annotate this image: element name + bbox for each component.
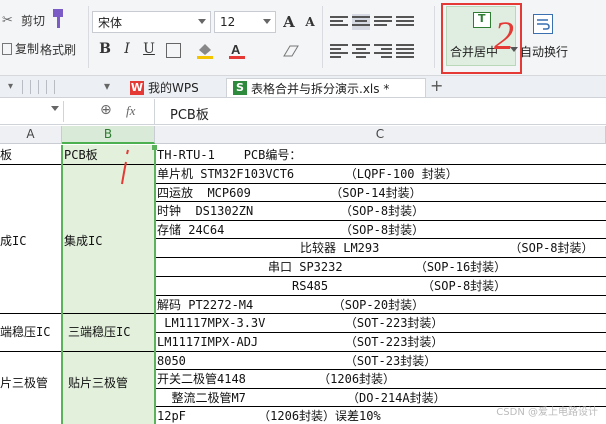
- function-button[interactable]: fx: [126, 103, 135, 119]
- zoom-icon[interactable]: ⊕: [100, 102, 112, 118]
- column-header-c[interactable]: C: [155, 126, 606, 144]
- wrap-text-button[interactable]: 自动换行: [520, 43, 568, 60]
- align-top-icon[interactable]: [330, 14, 348, 30]
- cell-c-row[interactable]: 时钟 DS1302ZN （SOP-8封装）: [157, 202, 424, 220]
- cell-c-row[interactable]: 8050 （SOT-23封装）: [157, 352, 436, 370]
- copy-label: 复制: [15, 42, 40, 56]
- divider: [322, 6, 323, 68]
- column-header-a[interactable]: A: [0, 126, 62, 144]
- column-header-b[interactable]: B: [62, 126, 155, 144]
- cut-button[interactable]: ✂ 剪切: [2, 12, 45, 29]
- cell-a-regulator[interactable]: 端稳压IC: [0, 323, 50, 341]
- divider: [22, 80, 23, 94]
- cell-c-row[interactable]: 解码 PT2272-M4 （SOP-20封装）: [157, 296, 424, 314]
- divider: [30, 80, 31, 94]
- chevron-down-icon: [263, 19, 271, 24]
- cell-a-ic[interactable]: 成IC: [0, 232, 26, 250]
- bold-button[interactable]: B: [96, 41, 114, 57]
- cell-a1[interactable]: 板: [0, 146, 12, 164]
- cell-c-row[interactable]: 12pF （1206封装）误差10%: [157, 407, 381, 424]
- copy-icon: [2, 42, 12, 55]
- scissors-icon: ✂: [2, 12, 13, 28]
- justify-icon[interactable]: [396, 14, 414, 30]
- grow-font-button[interactable]: A: [280, 13, 298, 31]
- spreadsheet-icon: S: [233, 81, 247, 95]
- selection-border-left: [61, 145, 63, 424]
- paintbrush-icon: [49, 8, 67, 30]
- cell-c-row[interactable]: 存储 24C64 （SOP-8封装）: [157, 221, 424, 239]
- cell-c-row[interactable]: 单片机 STM32F103VCT6 （LQPF-100 封装）: [157, 165, 458, 183]
- name-box[interactable]: [0, 101, 64, 122]
- shrink-font-button[interactable]: A: [301, 15, 319, 29]
- border-icon[interactable]: [166, 43, 181, 58]
- align-middle-icon[interactable]: [352, 14, 370, 30]
- formula-bar: ⊕ fx PCB板: [0, 99, 606, 125]
- wps-logo-icon: W: [130, 80, 144, 95]
- divider: [46, 80, 47, 94]
- format-painter-label: 格式刷: [40, 43, 77, 57]
- divider: [88, 6, 89, 68]
- clear-format-icon[interactable]: [282, 44, 302, 58]
- cell-c-row[interactable]: 整流二极管M7 （DO-214A封装）: [157, 389, 445, 407]
- ribbon-toolbar: ✂ 剪切 复制 格式刷 宋体 12 A A B I U A T 合并居中 2 自…: [0, 0, 606, 76]
- cell-b-regulator[interactable]: 三端稳压IC: [68, 323, 130, 341]
- tab-spreadsheet-label: 表格合并与拆分演示.xls *: [251, 81, 390, 96]
- divider: [434, 6, 435, 68]
- chevron-down-icon[interactable]: [51, 106, 59, 111]
- gridline: [0, 313, 155, 314]
- divider: [38, 80, 39, 94]
- cell-c-row[interactable]: LM1117IMPX-ADJ （SOT-223封装）: [157, 333, 443, 351]
- svg-text:A: A: [231, 42, 241, 57]
- annotation-number: 2: [494, 13, 514, 58]
- divider: [54, 80, 55, 94]
- copy-button[interactable]: 复制: [2, 40, 39, 57]
- font-size-value: 12: [220, 15, 236, 29]
- font-name-select[interactable]: 宋体: [92, 11, 211, 33]
- cell-b1[interactable]: PCB板: [64, 146, 98, 164]
- underline-button[interactable]: U: [140, 41, 158, 57]
- cell-b-ic[interactable]: 集成IC: [64, 232, 102, 250]
- chevron-down-icon: [198, 19, 206, 24]
- tab-my-wps-label: 我的WPS: [148, 81, 199, 95]
- distributed-align-icon[interactable]: [396, 42, 414, 58]
- align-center-icon[interactable]: [352, 42, 370, 58]
- tab-spreadsheet[interactable]: S 表格合并与拆分演示.xls *: [226, 78, 426, 97]
- new-tab-button[interactable]: +: [430, 76, 443, 95]
- cell-c-row[interactable]: 串口 SP3232 （SOP-16封装）: [268, 258, 506, 276]
- align-left-icon[interactable]: [330, 42, 348, 58]
- cell-c-row[interactable]: LM1117MPX-3.3V （SOT-223封装）: [157, 314, 443, 332]
- cell-c-row[interactable]: 开关二极管4148 （1206封装）: [157, 370, 395, 388]
- expand-icon[interactable]: ▾: [8, 81, 13, 92]
- font-color-icon[interactable]: A: [228, 42, 248, 60]
- cell-c-row[interactable]: 比较器 LM293 （SOP-8封装）: [300, 239, 594, 257]
- formula-input[interactable]: PCB板: [170, 104, 209, 123]
- italic-button[interactable]: I: [118, 41, 136, 57]
- selection-border-right: [154, 145, 156, 424]
- wrap-text-icon: [533, 14, 553, 34]
- pen-annotation-mark: [121, 149, 129, 185]
- font-size-select[interactable]: 12: [214, 11, 276, 33]
- font-name-value: 宋体: [98, 15, 123, 30]
- cell-b-transistor[interactable]: 贴片三极管: [68, 374, 128, 392]
- tab-my-wps[interactable]: W 我的WPS: [124, 78, 205, 97]
- divider: [154, 99, 155, 125]
- format-painter-button[interactable]: 格式刷: [40, 8, 76, 58]
- chevron-down-icon[interactable]: ▾: [104, 79, 110, 93]
- cell-a-transistor[interactable]: 片三极管: [0, 374, 48, 392]
- cell-c1[interactable]: TH-RTU-1 PCB编号：: [157, 146, 301, 164]
- gridline: [0, 351, 155, 352]
- align-right-icon[interactable]: [374, 42, 392, 58]
- cell-c-row[interactable]: RS485 （SOP-8封装）: [292, 277, 506, 295]
- cell-c-row[interactable]: 四运放 MCP609 （SOP-14封装）: [157, 184, 422, 202]
- align-bottom-icon[interactable]: [374, 14, 392, 30]
- watermark-text: CSDN @爱上电路设计: [496, 407, 598, 418]
- fill-color-icon[interactable]: [196, 42, 213, 59]
- document-tab-bar: ▾ ▾ W 我的WPS S 表格合并与拆分演示.xls * +: [0, 76, 606, 98]
